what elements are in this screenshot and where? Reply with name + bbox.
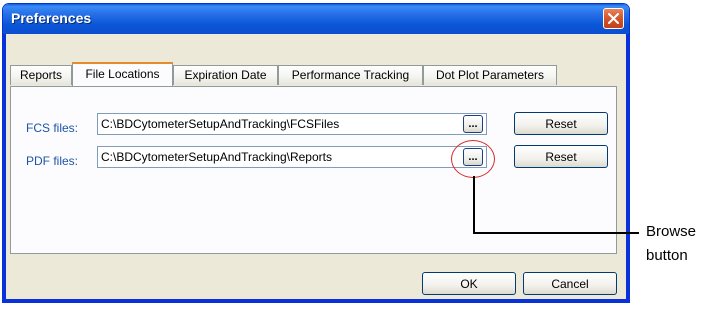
- tab-expiration-date[interactable]: Expiration Date: [173, 65, 278, 85]
- title-bar[interactable]: Preferences: [3, 4, 629, 34]
- fcs-files-label: FCS files:: [26, 121, 79, 135]
- pdf-reset-button[interactable]: Reset: [514, 145, 608, 168]
- close-x-icon: [608, 13, 619, 24]
- cancel-button[interactable]: Cancel: [523, 272, 617, 295]
- window-frame-bottom: [3, 299, 629, 302]
- pdf-files-path-input[interactable]: [97, 146, 487, 168]
- ok-button[interactable]: OK: [422, 272, 516, 295]
- fcs-files-path-input[interactable]: [97, 113, 487, 135]
- fcs-reset-button[interactable]: Reset: [514, 112, 608, 135]
- window-frame-right: [626, 34, 629, 302]
- close-button[interactable]: [603, 8, 624, 29]
- tab-performance-tracking[interactable]: Performance Tracking: [278, 65, 423, 85]
- callout-label: Browse button: [646, 220, 696, 268]
- callout-label-line1: Browse: [646, 223, 697, 240]
- window-frame-left: [3, 34, 6, 302]
- callout-line-horizontal: [473, 232, 639, 234]
- fcs-browse-button[interactable]: ...: [463, 115, 483, 133]
- window-title: Preferences: [11, 10, 92, 26]
- screenshot-canvas: Preferences Reports File Locations Expir…: [0, 0, 719, 310]
- tab-file-locations[interactable]: File Locations: [72, 62, 173, 86]
- pdf-files-label: PDF files:: [26, 154, 79, 168]
- callout-label-line2: button: [646, 247, 688, 264]
- tab-dot-plot-parameters[interactable]: Dot Plot Parameters: [423, 65, 557, 85]
- callout-line-vertical: [473, 176, 475, 233]
- browse-highlight-circle: [451, 140, 495, 178]
- tab-reports[interactable]: Reports: [10, 65, 72, 85]
